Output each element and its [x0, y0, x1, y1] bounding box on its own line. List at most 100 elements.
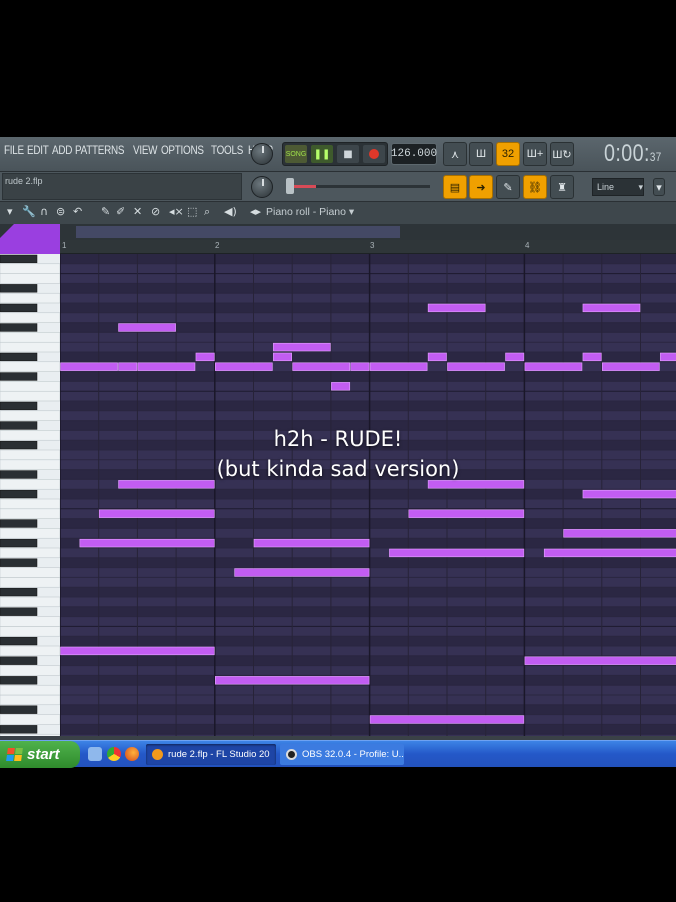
chrome-icon[interactable]	[107, 747, 121, 761]
piano-note[interactable]	[582, 352, 602, 362]
piano-note[interactable]	[253, 538, 370, 548]
piano-white-key[interactable]	[0, 498, 60, 510]
piano-note[interactable]	[60, 646, 215, 656]
piano-roll-title[interactable]: Piano roll - Piano ▾	[266, 206, 354, 218]
brush-tool-icon[interactable]: ✐	[116, 205, 125, 218]
piano-white-key[interactable]	[0, 528, 60, 539]
piano-note[interactable]	[118, 323, 176, 332]
timeline-ruler[interactable]: 1 2 3 4	[60, 240, 676, 254]
piano-white-key[interactable]	[0, 508, 60, 519]
piano-note[interactable]	[60, 362, 118, 371]
piano-black-key[interactable]	[0, 284, 38, 293]
menu-view[interactable]: VIEW	[133, 145, 158, 157]
piano-black-key[interactable]	[0, 558, 38, 567]
piano-white-key[interactable]	[0, 341, 60, 353]
piano-white-key[interactable]	[0, 312, 60, 323]
slice-tool-icon[interactable]: ◂×	[169, 205, 184, 218]
master-pitch-knob[interactable]	[251, 143, 273, 165]
start-button[interactable]: start	[0, 741, 80, 768]
piano-note[interactable]	[524, 656, 676, 665]
piano-note[interactable]	[427, 303, 486, 313]
piano-note[interactable]	[331, 382, 351, 391]
piano-white-key[interactable]	[0, 263, 60, 274]
menu-edit[interactable]: EDIT	[27, 145, 49, 157]
stop-button[interactable]: ■	[337, 145, 359, 163]
playback-icon[interactable]: ⊜	[56, 205, 65, 218]
play-pause-button[interactable]: ❚❚	[311, 145, 333, 163]
taskbar-item-fl-studio[interactable]: rude 2.flp - FL Studio 20	[146, 744, 276, 765]
menu-options[interactable]: OPTIONS	[161, 145, 204, 157]
piano-note[interactable]	[505, 352, 525, 362]
menu-patterns[interactable]: PATTERNS	[75, 145, 124, 157]
draw-button[interactable]: ✎	[496, 175, 520, 199]
overview-viewport[interactable]	[76, 226, 400, 238]
piano-white-key[interactable]	[0, 410, 60, 421]
piano-black-key[interactable]	[0, 254, 38, 264]
piano-note[interactable]	[292, 362, 351, 371]
extra-menu-button[interactable]: ▾	[653, 178, 665, 196]
piano-white-key[interactable]	[0, 390, 60, 402]
piano-black-key[interactable]	[0, 725, 38, 734]
pattern-song-toggle[interactable]: SONG	[285, 145, 307, 163]
piano-note[interactable]	[369, 715, 525, 724]
options-arrow-icon[interactable]: ▾	[7, 205, 13, 218]
piano-white-key[interactable]	[0, 616, 60, 627]
piano-white-key[interactable]	[0, 645, 60, 657]
piano-white-key[interactable]	[0, 332, 60, 343]
piano-note[interactable]	[350, 362, 370, 371]
piano-white-key[interactable]	[0, 626, 60, 637]
record-button[interactable]	[363, 145, 385, 163]
select-tool-icon[interactable]: ⬚	[187, 205, 197, 218]
piano-note[interactable]	[215, 362, 273, 371]
piano-note[interactable]	[660, 352, 676, 362]
piano-white-key[interactable]	[0, 596, 60, 608]
piano-note[interactable]	[195, 352, 215, 362]
piano-note[interactable]	[234, 568, 370, 577]
piano-white-key[interactable]	[0, 577, 60, 588]
snap-step-button[interactable]: 32	[496, 142, 520, 166]
desktop-icon[interactable]	[88, 747, 102, 761]
piano-black-key[interactable]	[0, 587, 38, 597]
taskbar-item-obs[interactable]: OBS 32.0.4 - Profile: U...	[280, 744, 404, 765]
piano-black-key[interactable]	[0, 519, 38, 528]
piano-note[interactable]	[582, 489, 676, 499]
piano-black-key[interactable]	[0, 607, 38, 616]
menu-tools[interactable]: TOOLS	[211, 145, 243, 157]
mute-tool-icon[interactable]: ⊘	[151, 205, 160, 218]
piano-note[interactable]	[273, 342, 331, 352]
zoom-tool-icon[interactable]: ⌕	[204, 205, 210, 219]
piano-white-key[interactable]	[0, 694, 60, 706]
piano-white-key[interactable]	[0, 547, 60, 559]
piano-white-key[interactable]	[0, 381, 60, 392]
piano-note[interactable]	[389, 548, 525, 558]
wait-input-button[interactable]: Ш	[469, 142, 493, 166]
piano-note[interactable]	[79, 538, 215, 548]
piano-note[interactable]	[408, 509, 525, 518]
piano-note[interactable]	[273, 352, 293, 362]
snap-mode-select[interactable]: Line ▾	[592, 178, 644, 196]
piano-black-key[interactable]	[0, 489, 38, 499]
piano-black-key[interactable]	[0, 323, 38, 332]
piano-note[interactable]	[98, 509, 215, 518]
firefox-icon[interactable]	[125, 747, 139, 761]
master-volume-slider[interactable]	[286, 178, 430, 194]
piano-note[interactable]	[427, 352, 447, 362]
note-grid[interactable]	[60, 254, 676, 736]
undo-icon[interactable]: ↶	[73, 205, 82, 218]
piano-white-key[interactable]	[0, 292, 60, 304]
piano-black-key[interactable]	[0, 538, 38, 548]
wrench-icon[interactable]: 🔧	[22, 205, 36, 218]
piano-note[interactable]	[447, 362, 505, 371]
follow-button[interactable]: ➜	[469, 175, 493, 199]
piano-white-key[interactable]	[0, 684, 60, 696]
piano-note[interactable]	[369, 362, 428, 371]
piano-black-key[interactable]	[0, 401, 38, 411]
menu-add[interactable]: ADD	[52, 145, 72, 157]
step-edit-button[interactable]: ▤	[443, 175, 467, 199]
piano-white-key[interactable]	[0, 567, 60, 578]
piano-white-key[interactable]	[0, 714, 60, 725]
piano-note[interactable]	[524, 362, 583, 371]
piano-keyboard[interactable]	[0, 254, 60, 736]
master-volume-knob[interactable]	[251, 176, 273, 198]
piano-note[interactable]	[563, 529, 676, 538]
